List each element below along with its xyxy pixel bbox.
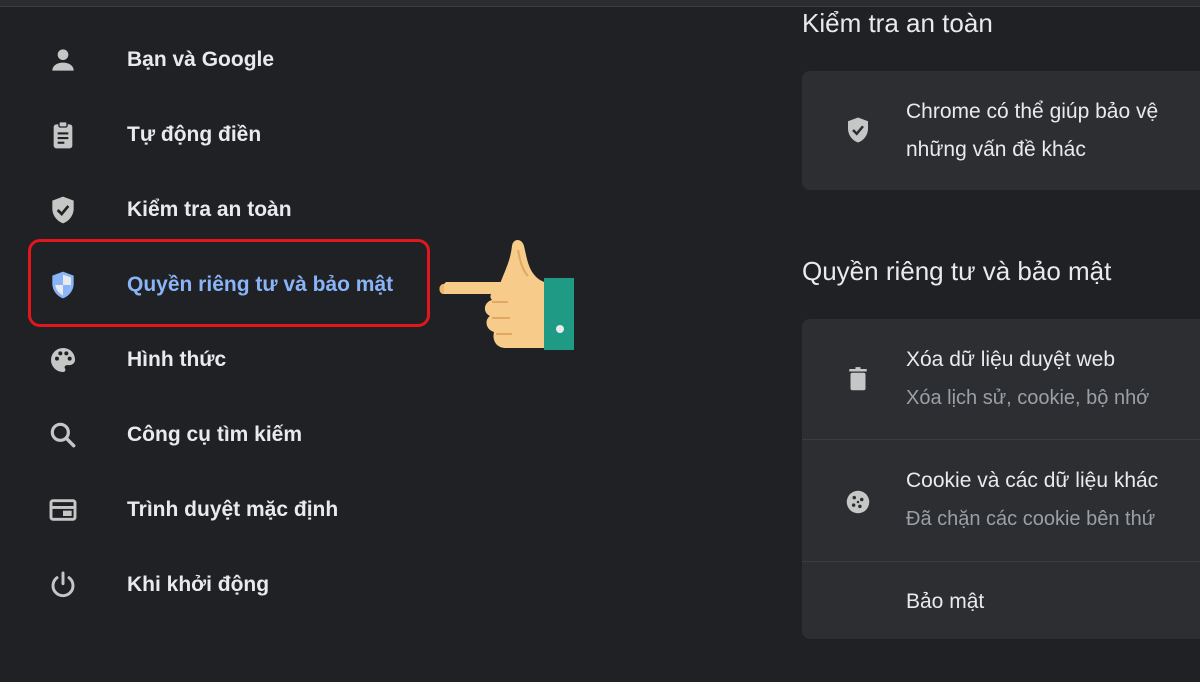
sidebar-item-default-browser[interactable]: Trình duyệt mặc định	[0, 472, 460, 547]
safety-check-row[interactable]: Chrome có thể giúp bảo vệ những vấn đề k…	[802, 71, 1200, 190]
pointing-hand-icon	[439, 240, 574, 350]
shield-check-icon	[840, 112, 876, 148]
safety-check-text-line2: những vấn đề khác	[906, 138, 1086, 161]
sidebar-item-search-engine[interactable]: Công cụ tìm kiếm	[0, 397, 460, 472]
sidebar-item-on-startup[interactable]: Khi khởi động	[0, 547, 460, 622]
person-icon	[44, 41, 82, 79]
shield-half-icon	[44, 266, 82, 304]
security-title: Bảo mật	[906, 590, 985, 613]
trash-icon	[840, 361, 876, 397]
safety-check-text-line1: Chrome có thể giúp bảo vệ	[906, 100, 1159, 123]
sidebar-item-autofill[interactable]: Tự động điền	[0, 97, 460, 172]
privacy-security-card: Xóa dữ liệu duyệt web Xóa lịch sử, cooki…	[802, 319, 1200, 639]
clear-browsing-data-title: Xóa dữ liệu duyệt web	[906, 348, 1116, 371]
cookies-title: Cookie và các dữ liệu khác	[906, 469, 1159, 492]
sidebar-item-label: Công cụ tìm kiếm	[127, 422, 303, 446]
privacy-security-heading: Quyền riêng tư và bảo mật	[802, 256, 1112, 286]
settings-main: Kiểm tra an toàn Chrome có thể giúp bảo …	[800, 0, 1200, 639]
clear-browsing-data-row[interactable]: Xóa dữ liệu duyệt web Xóa lịch sử, cooki…	[802, 319, 1200, 439]
sidebar-item-safety-check[interactable]: Kiểm tra an toàn	[0, 172, 460, 247]
cookies-row[interactable]: Cookie và các dữ liệu khác Đã chặn các c…	[802, 440, 1200, 560]
sidebar-item-label: Khi khởi động	[127, 572, 270, 596]
sidebar-item-privacy-security[interactable]: Quyền riêng tư và bảo mật	[0, 247, 460, 322]
cookies-subtitle: Đã chặn các cookie bên thứ	[906, 508, 1156, 530]
sidebar-item-label: Tự động điền	[127, 122, 262, 146]
sidebar-item-you-and-google[interactable]: Bạn và Google	[0, 22, 460, 97]
palette-icon	[44, 341, 82, 379]
safety-check-heading: Kiểm tra an toàn	[802, 8, 993, 38]
safety-check-card: Chrome có thể giúp bảo vệ những vấn đề k…	[802, 71, 1200, 190]
sidebar-item-label: Hình thức	[127, 347, 227, 371]
cookie-icon	[840, 484, 876, 520]
sidebar-item-appearance[interactable]: Hình thức	[0, 322, 460, 397]
browser-window-icon	[44, 491, 82, 529]
sidebar-item-label: Kiểm tra an toàn	[127, 197, 292, 221]
sidebar-item-label: Bạn và Google	[127, 47, 275, 71]
clear-browsing-data-subtitle: Xóa lịch sử, cookie, bộ nhớ	[906, 387, 1150, 409]
shield-check-icon	[44, 191, 82, 229]
sidebar-item-label: Quyền riêng tư và bảo mật	[127, 272, 394, 296]
security-row[interactable]: Bảo mật	[802, 562, 1200, 682]
power-icon	[44, 566, 82, 604]
search-icon	[44, 416, 82, 454]
clipboard-icon	[44, 116, 82, 154]
sidebar-item-label: Trình duyệt mặc định	[127, 497, 339, 521]
